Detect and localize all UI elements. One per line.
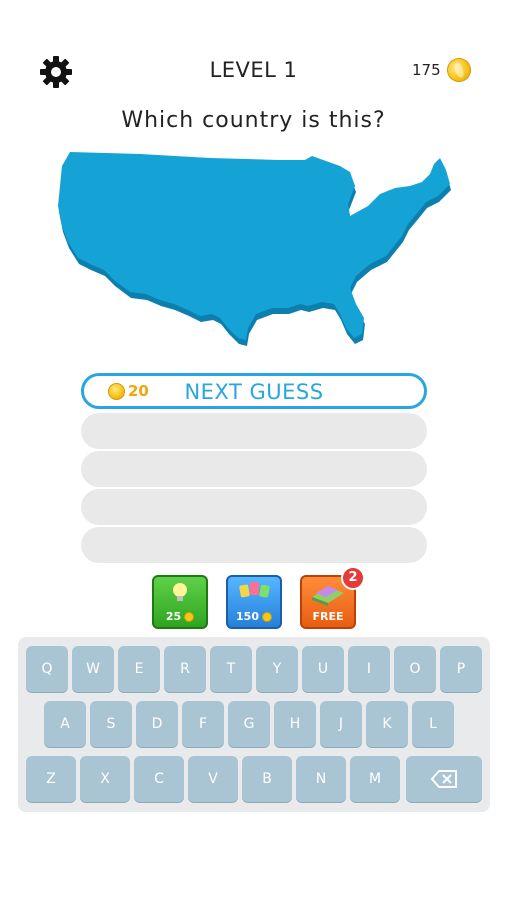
guess-slot [81,527,427,563]
key-o[interactable]: O [394,646,436,692]
guess-slot [81,489,427,525]
key-i[interactable]: I [348,646,390,692]
key-y[interactable]: Y [256,646,298,692]
key-n[interactable]: N [296,756,346,802]
country-shape [58,152,450,340]
question-text: Which country is this? [121,108,386,133]
key-w[interactable]: W [72,646,114,692]
key-p[interactable]: P [440,646,482,692]
key-g[interactable]: G [228,701,270,747]
backspace-key[interactable] [406,756,482,802]
free-label: FREE [312,610,344,623]
key-x[interactable]: X [80,756,130,802]
hint-cost: 25 [165,610,182,623]
lightbulb-icon [173,583,187,601]
key-h[interactable]: H [274,701,316,747]
reveal-letters-powerup-button[interactable]: 150 [226,575,282,629]
key-k[interactable]: K [366,701,408,747]
key-e[interactable]: E [118,646,160,692]
hint-powerup-button[interactable]: 25 [152,575,208,629]
coin-count: 175 [412,61,441,79]
key-z[interactable]: Z [26,756,76,802]
key-s[interactable]: S [90,701,132,747]
key-b[interactable]: B [242,756,292,802]
coin-counter: 175 [412,54,475,86]
key-d[interactable]: D [136,701,178,747]
letters-cost: 150 [236,610,259,623]
guess-slot [81,413,427,449]
key-u[interactable]: U [302,646,344,692]
keyboard: QWERTYUIOP ASDFGHJKL ZXCVBNM [18,637,490,812]
key-v[interactable]: V [188,756,238,802]
key-r[interactable]: R [164,646,206,692]
abc-letters-icon [239,582,270,598]
key-a[interactable]: A [44,701,86,747]
guess-slot [81,451,427,487]
key-c[interactable]: C [134,756,184,802]
key-l[interactable]: L [412,701,454,747]
coin-icon [184,611,195,622]
coin-icon [261,611,272,622]
key-t[interactable]: T [210,646,252,692]
key-m[interactable]: M [350,756,400,802]
key-q[interactable]: Q [26,646,68,692]
next-guess-button[interactable]: 20 NEXT GUESS [81,373,427,409]
backspace-icon [430,770,457,788]
key-f[interactable]: F [182,701,224,747]
notification-badge: 2 [341,566,365,590]
country-map [58,152,451,346]
coin-icon [443,54,475,86]
next-guess-label: NEXT GUESS [184,380,324,404]
key-j[interactable]: J [320,701,362,747]
